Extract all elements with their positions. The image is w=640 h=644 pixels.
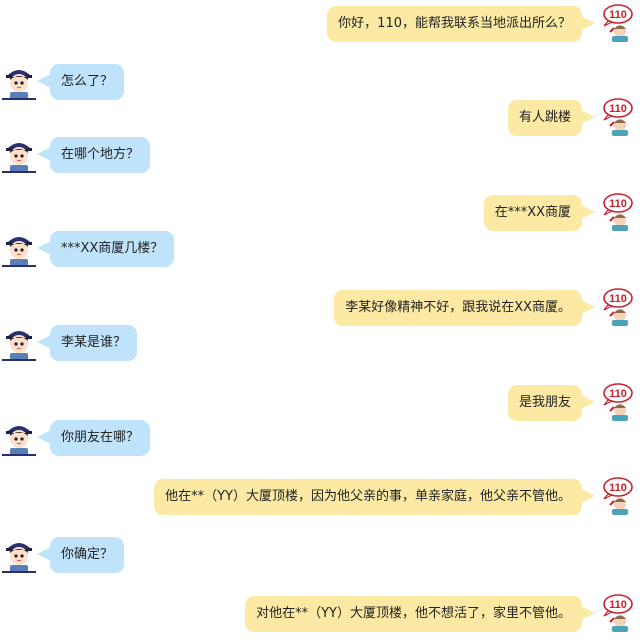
message-bubble-police: 怎么了？ xyxy=(36,64,125,100)
operator-110-icon: 110 xyxy=(600,98,634,136)
operator-110-icon: 110 xyxy=(600,594,634,632)
message-row-police: 怎么了？ xyxy=(0,62,640,102)
message-bubble-caller: 对他在**（YY）大厦顶楼，他不想活了，家里不管他。 xyxy=(245,596,595,632)
message-row-police: ***XX商厦几楼？ xyxy=(0,229,640,269)
message-bubble-caller: 李某好像精神不好，跟我说在XX商厦。 xyxy=(334,290,595,326)
message-row-caller: 有人跳楼 110 xyxy=(0,98,640,138)
message-bubble-caller: 他在**（YY）大厦顶楼，因为他父亲的事，单亲家庭，他父亲不管他。 xyxy=(154,479,595,515)
operator-110-icon: 110 xyxy=(600,477,634,515)
police-officer-icon xyxy=(2,418,36,456)
message-bubble-police: 李某是谁？ xyxy=(36,325,138,361)
police-officer-icon xyxy=(2,535,36,573)
message-bubble-police: ***XX商厦几楼？ xyxy=(36,231,175,267)
message-bubble-caller: 你好，110，能帮我联系当地派出所么？ xyxy=(327,6,595,42)
chat-log: 你好，110，能帮我联系当地派出所么？ 110 怎么了？ 有人跳楼 110 在哪… xyxy=(0,0,640,644)
message-bubble-caller: 在***XX商厦 xyxy=(483,195,596,231)
message-row-caller: 在***XX商厦 110 xyxy=(0,193,640,233)
message-row-caller: 他在**（YY）大厦顶楼，因为他父亲的事，单亲家庭，他父亲不管他。 110 xyxy=(0,477,640,517)
operator-badge-text: 110 xyxy=(609,388,627,400)
message-bubble-police: 你朋友在哪？ xyxy=(36,420,151,456)
message-row-caller: 是我朋友 110 xyxy=(0,383,640,423)
operator-110-icon: 110 xyxy=(600,288,634,326)
message-bubble-caller: 是我朋友 xyxy=(507,385,596,421)
message-row-caller: 对他在**（YY）大厦顶楼，他不想活了，家里不管他。 110 xyxy=(0,594,640,634)
police-officer-icon xyxy=(2,62,36,100)
message-bubble-caller: 有人跳楼 xyxy=(507,100,596,136)
operator-badge-text: 110 xyxy=(609,103,627,115)
message-row-police: 你朋友在哪？ xyxy=(0,418,640,458)
operator-badge-text: 110 xyxy=(609,599,627,611)
operator-110-icon: 110 xyxy=(600,383,634,421)
operator-badge-text: 110 xyxy=(609,482,627,494)
message-row-caller: 李某好像精神不好，跟我说在XX商厦。 110 xyxy=(0,288,640,328)
operator-110-icon: 110 xyxy=(600,4,634,42)
police-officer-icon xyxy=(2,135,36,173)
police-officer-icon xyxy=(2,229,36,267)
message-row-caller: 你好，110，能帮我联系当地派出所么？ 110 xyxy=(0,4,640,44)
message-bubble-police: 在哪个地方？ xyxy=(36,137,151,173)
operator-110-icon: 110 xyxy=(600,193,634,231)
message-bubble-police: 你确定？ xyxy=(36,537,125,573)
operator-badge-text: 110 xyxy=(609,198,627,210)
operator-badge-text: 110 xyxy=(609,293,627,305)
message-row-police: 在哪个地方？ xyxy=(0,135,640,175)
operator-badge-text: 110 xyxy=(609,9,627,21)
message-row-police: 李某是谁？ xyxy=(0,323,640,363)
police-officer-icon xyxy=(2,323,36,361)
message-row-police: 你确定？ xyxy=(0,535,640,575)
